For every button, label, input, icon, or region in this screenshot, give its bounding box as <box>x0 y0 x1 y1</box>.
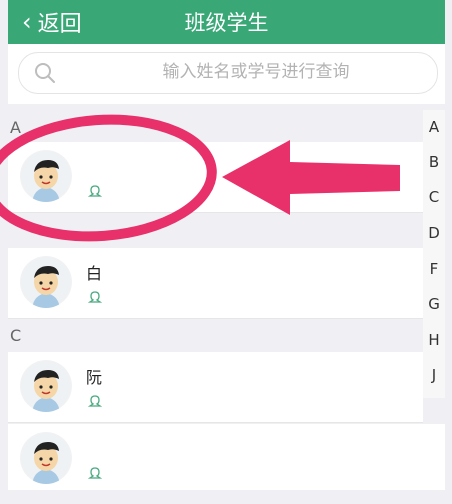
user-status-icon <box>88 395 102 407</box>
index-letter[interactable]: B <box>423 153 445 171</box>
student-row[interactable] <box>8 424 445 491</box>
student-row[interactable]: 阮 <box>8 352 423 423</box>
index-letter[interactable]: C <box>423 188 445 206</box>
index-letter[interactable]: F <box>423 260 445 278</box>
section-spacer <box>8 213 423 243</box>
index-letter[interactable]: A <box>423 118 445 136</box>
search-input[interactable] <box>89 61 423 83</box>
search-box[interactable] <box>18 52 438 94</box>
student-avatar-icon <box>21 257 71 308</box>
user-status-icon <box>88 467 102 479</box>
student-avatar-icon <box>21 433 71 484</box>
student-row[interactable] <box>8 142 423 213</box>
student-name: 白 <box>86 264 103 283</box>
student-row[interactable]: 白 <box>8 248 423 319</box>
top-bar: ‹ 返回 班级学生 <box>8 0 445 44</box>
user-status-icon <box>88 185 102 197</box>
avatar <box>20 256 72 308</box>
student-avatar-icon <box>21 361 71 412</box>
search-bar <box>8 44 445 104</box>
search-icon <box>35 63 55 83</box>
section-header-c: C <box>8 320 423 350</box>
user-status-icon <box>88 291 102 303</box>
index-letter[interactable]: H <box>423 331 445 349</box>
bottom-strip <box>8 490 445 504</box>
index-letter[interactable]: J <box>423 366 445 384</box>
section-header-a: A <box>8 112 423 142</box>
alphabet-index[interactable]: A B C D F G H J <box>423 110 445 398</box>
student-avatar-icon <box>21 151 71 202</box>
avatar <box>20 150 72 202</box>
avatar <box>20 432 72 484</box>
page-title: 班级学生 <box>184 11 269 35</box>
index-letter[interactable]: D <box>423 224 445 242</box>
index-letter[interactable]: G <box>423 295 445 313</box>
avatar <box>20 360 72 412</box>
student-name: 阮 <box>86 368 103 387</box>
